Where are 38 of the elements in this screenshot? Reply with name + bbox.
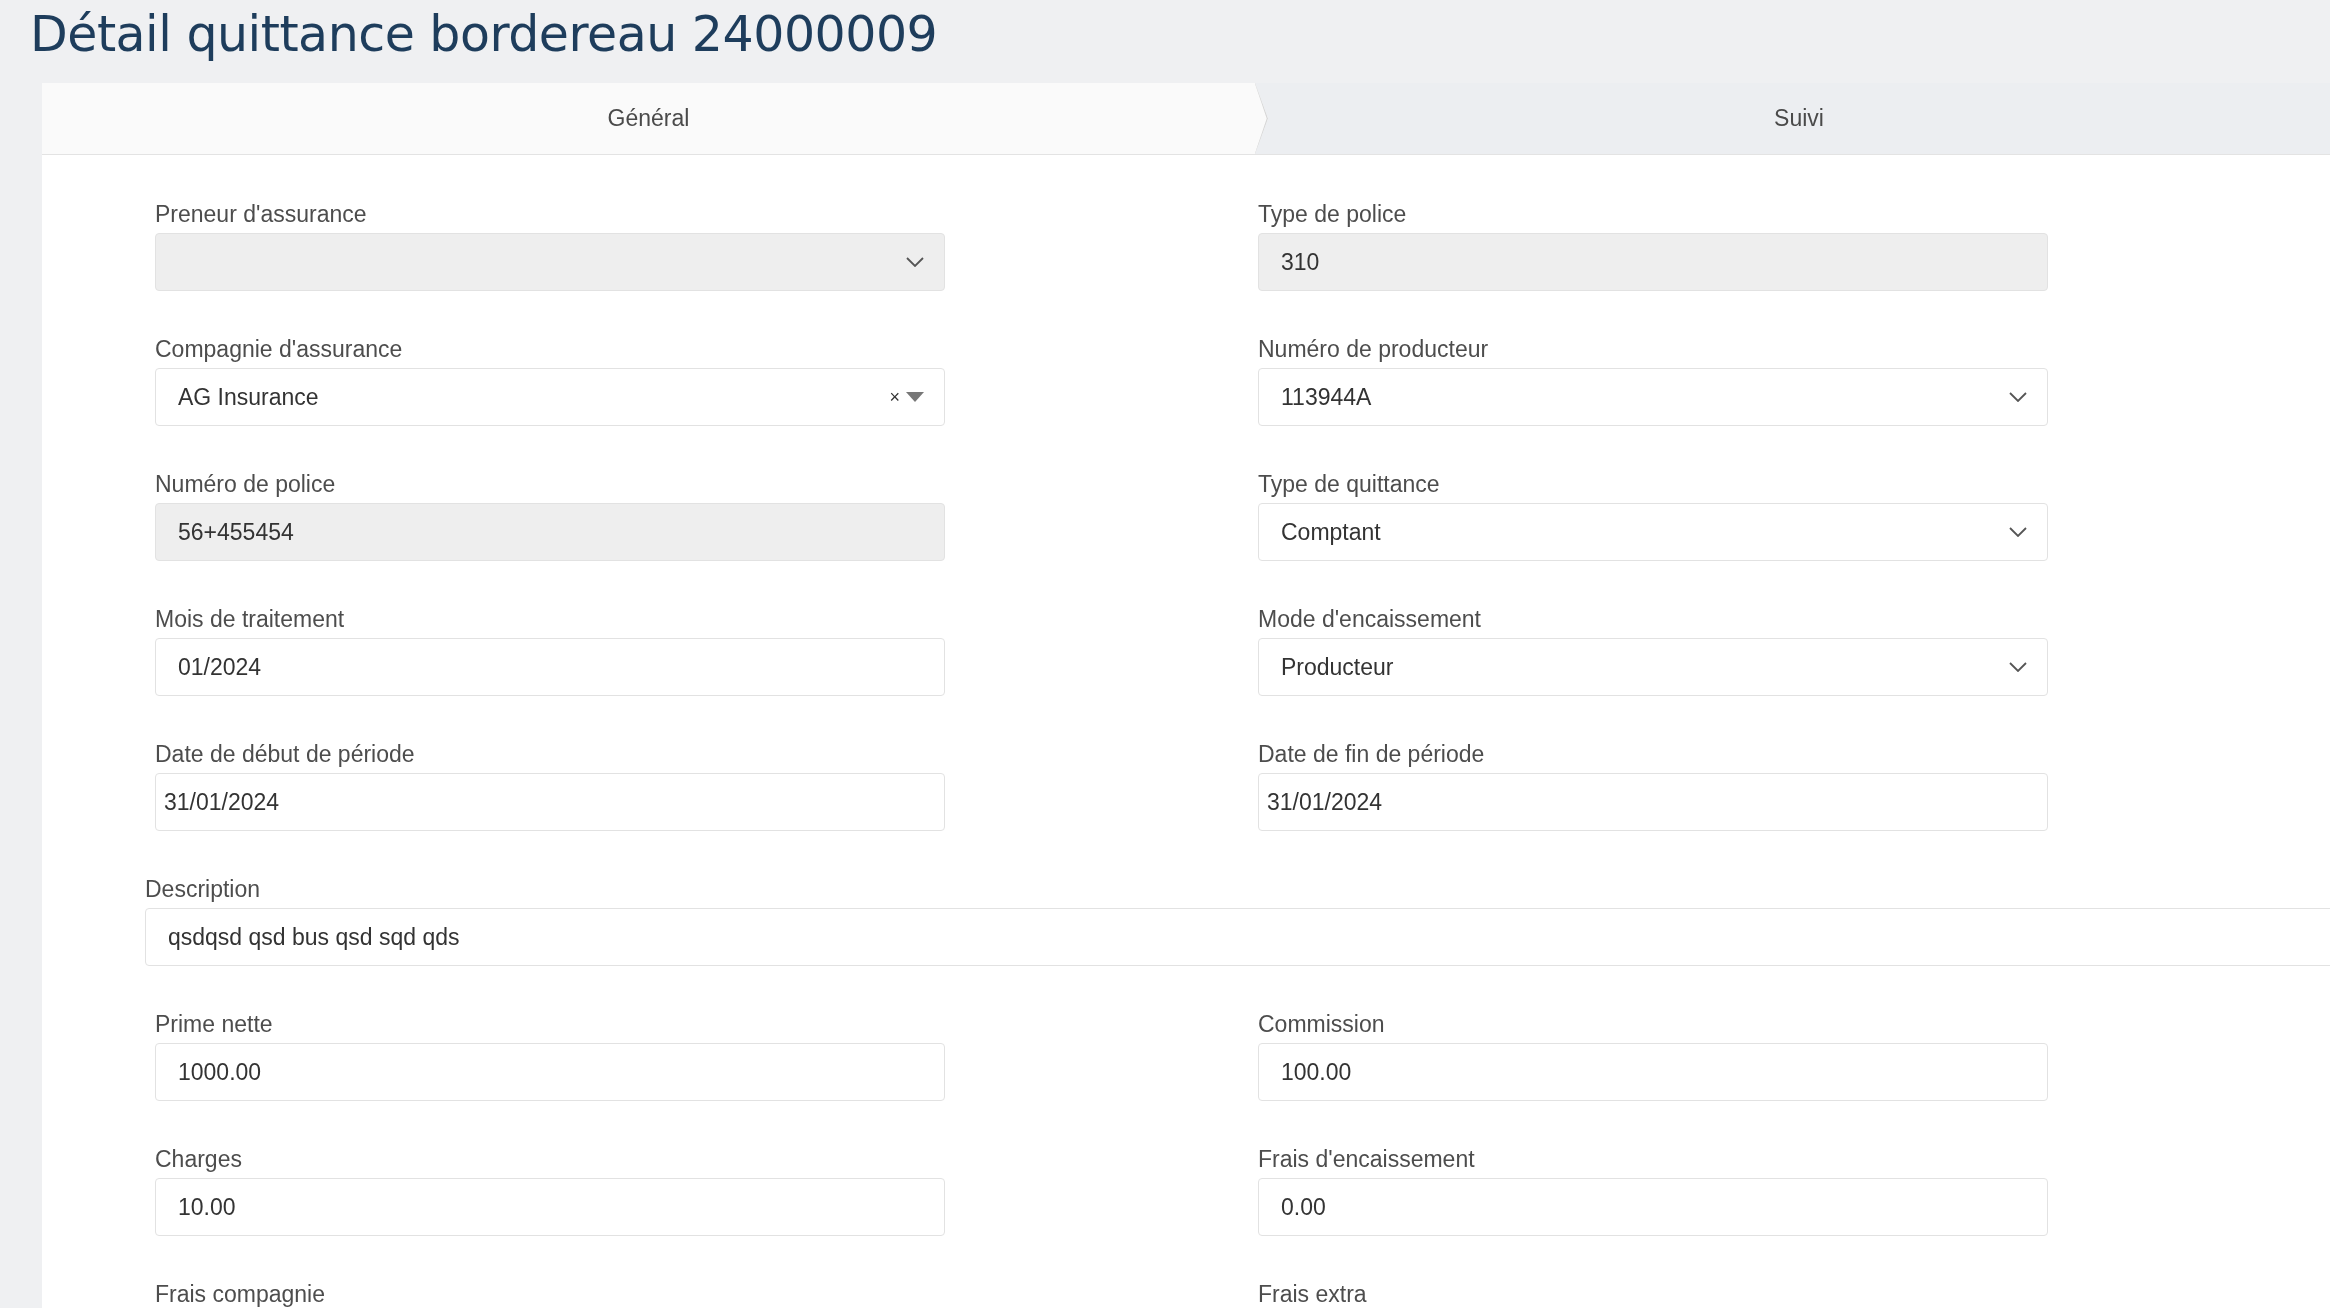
field-label: Mois de traitement [155,605,346,633]
dropdown-field[interactable]: Producteur [1258,638,2048,696]
field-label: Frais compagnie [155,1280,327,1308]
dropdown-field[interactable]: 113944A [1258,368,2048,426]
field-label: Numéro de producteur [1258,335,1490,363]
clear-button[interactable]: × [889,386,900,408]
input-field[interactable]: 1000.00 [155,1043,945,1101]
input-field[interactable]: 31/01/2024 [155,773,945,831]
field-label: Preneur d'assurance [155,200,368,228]
tab[interactable]: Suivi [1255,83,2330,154]
caret-down-icon [906,392,924,402]
dropdown-field[interactable]: Comptant [1258,503,2048,561]
page-title: Détail quittance bordereau 24000009 [29,5,939,65]
input-field[interactable]: 31/01/2024 [1258,773,2048,831]
field-label: Date de début de période [155,740,416,768]
dropdown-field[interactable]: AG Insurance × [155,368,945,426]
tab[interactable]: Général [42,83,1268,154]
chevron-down-icon [906,257,924,267]
input-field[interactable]: 0.00 [1258,1178,2048,1236]
field-label: Prime nette [155,1010,274,1038]
input-field[interactable]: 100.00 [1258,1043,2048,1101]
chevron-down-icon [2009,662,2027,672]
input-field[interactable]: 01/2024 [155,638,945,696]
field-label: Numéro de police [155,470,337,498]
input-field[interactable]: qsdqsd qsd bus qsd sqd qds [145,908,2330,966]
field-label: Description [145,875,262,903]
field-label: Mode d'encaissement [1258,605,1482,633]
field-label: Commission [1258,1010,1386,1038]
chevron-down-icon [2009,527,2027,537]
field-label: Frais d'encaissement [1258,1145,1476,1173]
input-field[interactable]: 10.00 [155,1178,945,1236]
field-label: Charges [155,1145,243,1173]
field-label: Type de quittance [1258,470,1441,498]
field-label: Type de police [1258,200,1408,228]
field-label: Date de fin de période [1258,740,1486,768]
field-label: Compagnie d'assurance [155,335,404,363]
field-label: Frais extra [1258,1280,1368,1308]
chevron-down-icon [2009,392,2027,402]
